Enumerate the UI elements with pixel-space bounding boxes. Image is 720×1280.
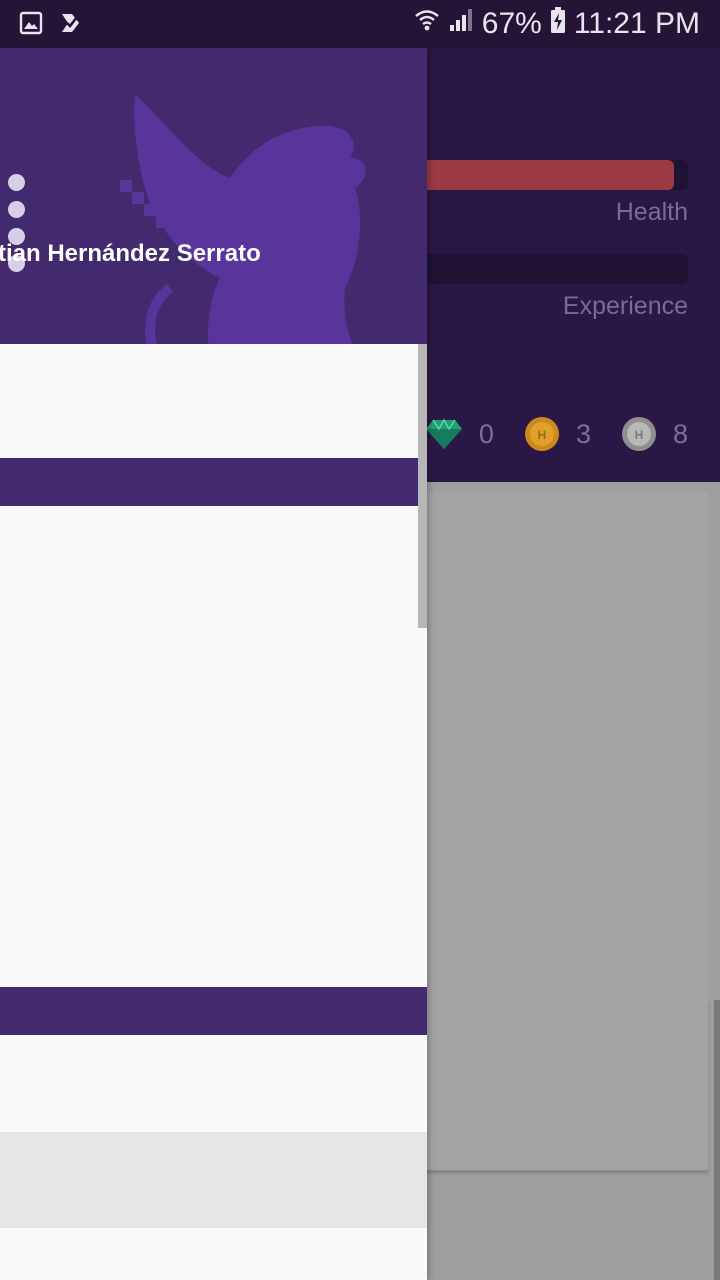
- clock: 11:21 PM: [573, 7, 700, 40]
- drawer-section-header: [0, 458, 427, 506]
- gems-count: 0: [478, 418, 494, 449]
- silver-coin-icon: H: [621, 417, 656, 451]
- hourglass-counter: H 8: [621, 416, 688, 452]
- gem-icon: [425, 418, 462, 449]
- gallery-icon: [18, 10, 44, 36]
- griffin-logo-icon: [120, 94, 366, 344]
- drawer-menu-item[interactable]: [0, 345, 427, 458]
- user-name: tian Hernández Serrato: [0, 240, 261, 267]
- health-label: Health: [615, 198, 688, 226]
- list-item[interactable]: [412, 832, 708, 1003]
- gold-count: 3: [575, 418, 591, 449]
- navigation-drawer[interactable]: tian Hernández Serrato: [0, 48, 427, 1280]
- health-bar: [412, 160, 688, 190]
- svg-text:H: H: [538, 428, 547, 442]
- health-bar-fill: [412, 160, 675, 190]
- list-item[interactable]: [412, 1002, 708, 1171]
- hourglass-count: 8: [672, 418, 688, 449]
- list-scrollbar[interactable]: [714, 1000, 720, 1280]
- drawer-menu-group[interactable]: [0, 506, 427, 986]
- experience-bar: [412, 254, 688, 284]
- experience-label: Experience: [562, 292, 688, 320]
- checklist-icon: [58, 10, 84, 36]
- gold-coin-icon: H: [524, 417, 559, 451]
- battery-percent: 67%: [481, 7, 542, 40]
- list-item[interactable]: [412, 662, 708, 833]
- drawer-menu-item[interactable]: [0, 1228, 427, 1280]
- list-item[interactable]: [412, 492, 708, 663]
- gold-counter: H 3: [524, 416, 591, 452]
- status-bar: 67% 11:21 PM: [0, 0, 720, 48]
- drawer-header: tian Hernández Serrato: [0, 48, 427, 344]
- gems-counter: 0: [425, 418, 494, 450]
- drawer-section-header: [0, 987, 427, 1035]
- battery-charging-icon: [550, 7, 566, 41]
- drawer-menu-item[interactable]: [0, 1035, 427, 1132]
- signal-icon: [448, 7, 474, 41]
- drawer-scrollbar[interactable]: [418, 344, 427, 628]
- svg-text:H: H: [635, 428, 644, 442]
- wifi-icon: [414, 7, 440, 41]
- drawer-menu-item-selected[interactable]: [0, 1132, 427, 1228]
- currency-row: 0 H 3 H 8: [425, 416, 688, 452]
